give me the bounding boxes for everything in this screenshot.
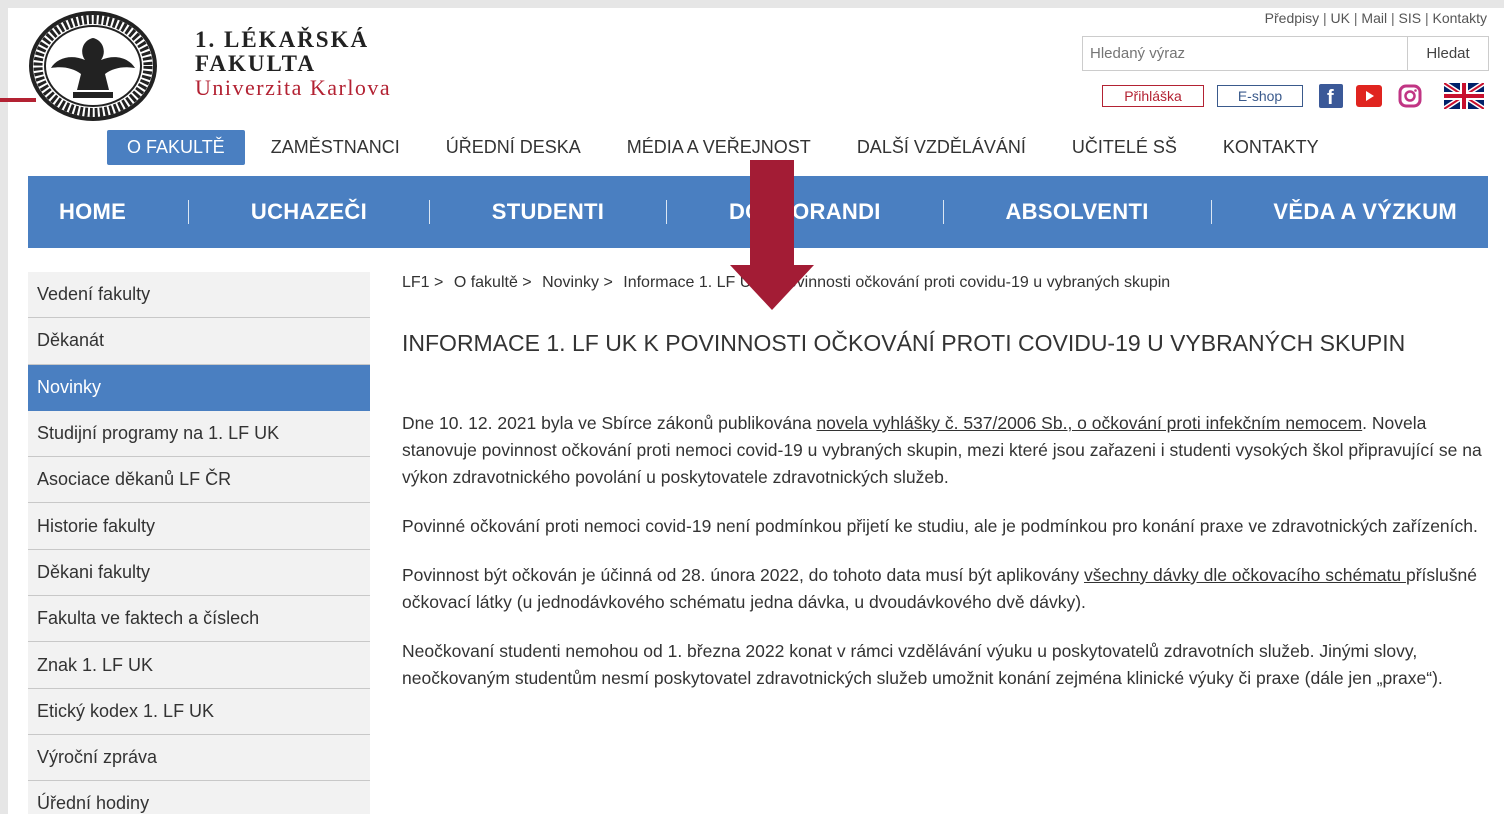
sidebar-item-vedeni[interactable]: Vedení fakulty [28, 272, 370, 319]
sidebar-item-eticky-kodex[interactable]: Etický kodex 1. LF UK [28, 688, 370, 735]
sidebar: Vedení fakulty Děkanát Novinky Studijní … [28, 272, 370, 814]
nav-separator [942, 200, 944, 224]
secondary-nav: O FAKULTĚ ZAMĚSTNANCI ÚŘEDNÍ DESKA MÉDIA… [107, 130, 1339, 165]
subnav-dalsi-vzdelavani[interactable]: DALŠÍ VZDĚLÁVÁNÍ [837, 130, 1046, 165]
paragraph-1: Dne 10. 12. 2021 byla ve Sbírce zákonů p… [402, 410, 1492, 491]
nav-separator [428, 200, 430, 224]
svg-text:f: f [1327, 87, 1334, 108]
breadcrumb-o-fakulte[interactable]: O fakultě > [454, 274, 532, 291]
sidebar-item-historie[interactable]: Historie fakulty [28, 503, 370, 550]
paragraph-2: Povinné očkování proti nemoci covid-19 n… [402, 516, 1478, 536]
sidebar-item-vyrocni-zprava[interactable]: Výroční zpráva [28, 734, 370, 782]
paragraph-3: Povinnost být očkován je účinná od 28. ú… [402, 562, 1492, 616]
subnav-uredni-deska[interactable]: ÚŘEDNÍ DESKA [426, 130, 601, 165]
nav-separator [666, 200, 668, 224]
instagram-icon[interactable] [1397, 84, 1423, 108]
eshop-button[interactable]: E-shop [1217, 85, 1303, 107]
top-link-sis[interactable]: SIS [1399, 10, 1422, 26]
subnav-ucitele[interactable]: UČITELÉ SŠ [1052, 130, 1197, 165]
vaccination-schema-link[interactable]: všechny dávky dle očkovacího schématu [1084, 565, 1406, 585]
nav-studenti[interactable]: STUDENTI [492, 199, 604, 225]
nav-veda[interactable]: VĚDA A VÝZKUM [1273, 199, 1457, 225]
sidebar-item-studijni-programy[interactable]: Studijní programy na 1. LF UK [28, 410, 370, 458]
application-button[interactable]: Přihláška [1102, 85, 1204, 107]
annotation-arrow-icon [730, 160, 814, 310]
sidebar-item-dekani[interactable]: Děkani fakulty [28, 549, 370, 597]
article-body: Dne 10. 12. 2021 byla ve Sbírce zákonů p… [402, 410, 1492, 714]
breadcrumb-lf1[interactable]: LF1 > [402, 274, 443, 291]
facebook-icon[interactable]: f [1318, 84, 1344, 108]
nav-uchazeci[interactable]: UCHAZEČI [251, 199, 367, 225]
sidebar-item-dekanat[interactable]: Děkanát [28, 318, 370, 365]
brand-line-3: Univerzita Karlova [195, 75, 392, 100]
english-flag-icon[interactable] [1442, 83, 1486, 109]
search-input[interactable] [1083, 37, 1408, 70]
paragraph-4: Neočkovaní studenti nemohou od 1. března… [402, 641, 1443, 688]
breadcrumb-novinky[interactable]: Novinky > [542, 274, 613, 291]
brand-name[interactable]: 1. LÉKAŘSKÁ FAKULTA Univerzita Karlova [195, 28, 391, 100]
top-link-uk[interactable]: UK [1331, 10, 1350, 26]
sidebar-item-uredni-hodiny[interactable]: Úřední hodiny [28, 781, 370, 814]
paragraph-3-text-a: Povinnost být očkován je účinná od 28. ú… [402, 565, 1084, 585]
sidebar-item-fakta[interactable]: Fakulta ve faktech a číslech [28, 596, 370, 643]
brand-line-2: FAKULTA [195, 51, 316, 76]
sidebar-item-asociace[interactable]: Asociace děkanů LF ČR [28, 457, 370, 504]
sidebar-item-novinky[interactable]: Novinky [28, 364, 370, 411]
brand-line-1: 1. LÉKAŘSKÁ [195, 27, 370, 52]
university-seal-logo[interactable] [27, 10, 159, 122]
subnav-kontakty[interactable]: KONTAKTY [1203, 130, 1339, 165]
decree-link[interactable]: novela vyhlášky č. 537/2006 Sb., o očkov… [816, 413, 1362, 433]
subnav-zamestnanci[interactable]: ZAMĚSTNANCI [251, 130, 420, 165]
top-links: Předpisy | UK | Mail | SIS | Kontakty [1264, 10, 1487, 26]
top-link-predpisy[interactable]: Předpisy [1265, 10, 1319, 26]
youtube-icon[interactable] [1356, 84, 1382, 108]
nav-home[interactable]: HOME [59, 199, 126, 225]
top-link-mail[interactable]: Mail [1361, 10, 1387, 26]
search-button[interactable]: Hledat [1408, 37, 1488, 70]
nav-absolventi[interactable]: ABSOLVENTI [1005, 199, 1148, 225]
page-title: INFORMACE 1. LF UK K POVINNOSTI OČKOVÁNÍ… [402, 330, 1406, 356]
nav-separator [188, 200, 190, 224]
subnav-o-fakulte[interactable]: O FAKULTĚ [107, 130, 245, 165]
top-link-kontakty[interactable]: Kontakty [1433, 10, 1487, 26]
search-box: Hledat [1082, 36, 1489, 71]
sidebar-item-znak[interactable]: Znak 1. LF UK [28, 642, 370, 689]
breadcrumb-current: Informace 1. LF UK k povinnosti očkování… [623, 274, 1171, 291]
paragraph-1-text-a: Dne 10. 12. 2021 byla ve Sbírce zákonů p… [402, 413, 817, 433]
nav-separator [1210, 200, 1212, 224]
